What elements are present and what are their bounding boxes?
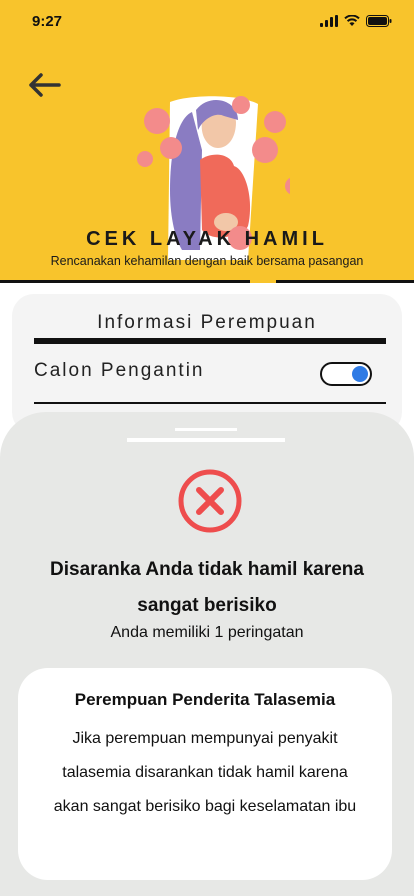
x-circle-icon bbox=[178, 469, 242, 533]
battery-icon bbox=[366, 15, 392, 27]
header: 9:27 CEK LAYAK HAMIL Rencanakan kehamila… bbox=[0, 0, 414, 283]
result-bottom-sheet: Disaranka Anda tidak hamil karena sangat… bbox=[0, 412, 414, 896]
sheet-handle[interactable] bbox=[127, 438, 285, 442]
calon-pengantin-label: Calon Pengantin bbox=[34, 360, 205, 381]
result-title: Disaranka Anda tidak hamil karena sangat… bbox=[50, 559, 364, 616]
status-icons bbox=[320, 15, 392, 27]
warning-card: Perempuan Penderita Talasemia Jika perem… bbox=[18, 668, 392, 880]
toggle-knob bbox=[352, 366, 368, 382]
status-bar: 9:27 bbox=[0, 0, 414, 44]
page-title: CEK LAYAK HAMIL bbox=[86, 228, 328, 250]
warning-body: Jika perempuan mempunyai penyakit talase… bbox=[53, 730, 357, 815]
result-subtitle: Anda memiliki 1 peringatan bbox=[110, 624, 304, 641]
signal-icon bbox=[320, 15, 338, 27]
status-time: 9:27 bbox=[32, 13, 63, 30]
wifi-icon bbox=[344, 15, 360, 26]
back-button[interactable] bbox=[26, 70, 62, 100]
info-card-divider bbox=[34, 402, 386, 404]
arrow-left-icon bbox=[29, 73, 61, 97]
page-subtitle: Rencanakan kehamilan dengan baik bersama… bbox=[50, 254, 364, 268]
info-card-divider bbox=[34, 338, 386, 344]
calon-pengantin-toggle[interactable] bbox=[320, 362, 372, 386]
header-divider bbox=[0, 280, 250, 283]
sheet-handle[interactable] bbox=[175, 428, 237, 431]
info-card-title: Informasi Perempuan bbox=[97, 312, 317, 333]
warning-title: Perempuan Penderita Talasemia bbox=[74, 690, 336, 709]
header-divider bbox=[276, 280, 414, 283]
